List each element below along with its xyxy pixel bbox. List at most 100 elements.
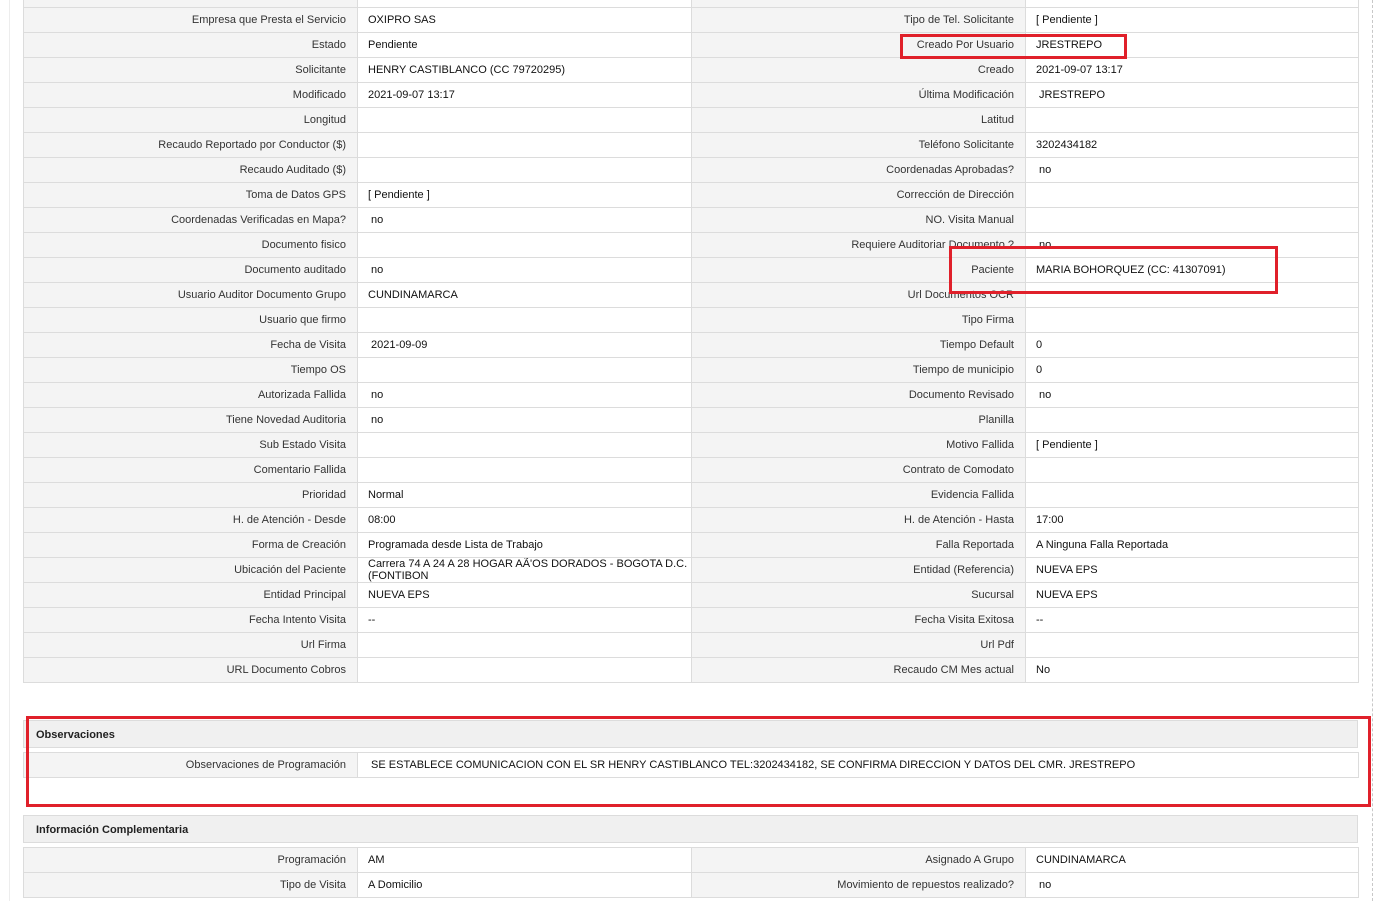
field-label: Forma de Creación (23, 532, 358, 558)
field-label: Paciente (691, 257, 1026, 283)
field-label: Usuario Auditor Documento Grupo (23, 282, 358, 308)
table-row: Comentario Fallida Contrato de Comodato (23, 457, 1359, 483)
table-row: Modificado 2021-09-07 13:17 Última Modific… (23, 82, 1359, 108)
field-value: 2021-09-07 13:17 (357, 82, 692, 108)
field-value: NUEVA EPS (1025, 557, 1359, 583)
table-row: Coordenadas Verificadas en Mapa? no NO. V… (23, 207, 1359, 233)
observaciones-value: SE ESTABLECE COMUNICACION CON EL SR HENR… (357, 752, 1359, 778)
field-label: Movimiento de repuestos realizado? (691, 872, 1026, 898)
field-value: AM (357, 847, 692, 873)
field-value (357, 357, 692, 383)
table-row: Tiempo OS Tiempo de municipio 0 (23, 357, 1359, 383)
field-value (1025, 282, 1359, 308)
table-row: Autorizada Fallida no Documento Revisado … (23, 382, 1359, 408)
field-label: Prioridad (23, 482, 358, 508)
field-label: Tiene Novedad Auditoria (23, 407, 358, 433)
field-value: CUNDINAMARCA (1025, 847, 1359, 873)
field-label: H. de Atención - Desde (23, 507, 358, 533)
table-row: Fecha Intento Visita -- Fecha Visita Exito… (23, 607, 1359, 633)
field-value (1025, 182, 1359, 208)
informacion-complementaria-header: Información Complementaria (23, 815, 1358, 843)
visit-details-table: Empresa que Presta el Servicio OXIPRO SAS… (23, 0, 1359, 683)
table-row: Url Firma Url Pdf (23, 632, 1359, 658)
field-value: A Domicilio (357, 872, 692, 898)
field-label: Solicitante (23, 57, 358, 83)
field-label: Asignado A Grupo (691, 847, 1026, 873)
field-value (357, 457, 692, 483)
field-value (1025, 407, 1359, 433)
field-label: Requiere Auditoriar Documento ? (691, 232, 1026, 258)
table-row: Tiene Novedad Auditoria no Planilla (23, 407, 1359, 433)
field-label: Teléfono Solicitante (691, 132, 1026, 158)
field-value: 3202434182 (1025, 132, 1359, 158)
page-left-border (9, 0, 10, 901)
field-label: Latitud (691, 107, 1026, 133)
field-label: Sucursal (691, 582, 1026, 608)
field-value: no (1025, 157, 1359, 183)
field-label: Documento auditado (23, 257, 358, 283)
field-value: 0 (1025, 357, 1359, 383)
field-label: Tipo Firma (691, 307, 1026, 333)
table-row: Documento auditado no Paciente MARIA BOHOR… (23, 257, 1359, 283)
table-row: Usuario Auditor Documento Grupo CUNDINAMA… (23, 282, 1359, 308)
table-row: H. de Atención - Desde 08:00 H. de Atenció… (23, 507, 1359, 533)
table-row: Prioridad Normal Evidencia Fallida (23, 482, 1359, 508)
field-label: Estado (23, 32, 358, 58)
field-label: Corrección de Dirección (691, 182, 1026, 208)
table-row: Toma de Datos GPS[ Pendiente ] Corrección… (23, 182, 1359, 208)
field-value: no (1025, 872, 1359, 898)
field-label: Última Modificación (691, 82, 1026, 108)
field-label: Programación (23, 847, 358, 873)
table-row: Recaudo Reportado por Conductor ($) Teléf… (23, 132, 1359, 158)
field-value (1025, 0, 1359, 8)
table-row: Usuario que firmo Tipo Firma (23, 307, 1359, 333)
field-label: Modificado (23, 82, 358, 108)
table-row: Observaciones de Programación SE ESTABLE… (23, 752, 1359, 778)
table-row: Entidad Principal NUEVA EPS Sucursal NUEVA … (23, 582, 1359, 608)
field-value (357, 632, 692, 658)
field-value: MARIA BOHORQUEZ (CC: 41307091) (1025, 257, 1359, 283)
field-value: 08:00 (357, 507, 692, 533)
informacion-complementaria-table: Programación AM Asignado A Grupo CUNDINAMAR… (23, 847, 1359, 898)
field-label: Falla Reportada (691, 532, 1026, 558)
field-label: Autorizada Fallida (23, 382, 358, 408)
field-value (357, 307, 692, 333)
field-label: URL Documento Cobros (23, 657, 358, 683)
field-value: -- (357, 607, 692, 633)
field-value: Programada desde Lista de Trabajo (357, 532, 692, 558)
field-label: H. de Atención - Hasta (691, 507, 1026, 533)
field-label: Recaudo Auditado ($) (23, 157, 358, 183)
field-label: Planilla (691, 407, 1026, 433)
table-row-partial (23, 0, 1359, 8)
field-value (357, 107, 692, 133)
table-row: Fecha de Visita 2021-09-09 Tiempo Default… (23, 332, 1359, 358)
field-label: Tiempo de municipio (691, 357, 1026, 383)
field-value: no (1025, 232, 1359, 258)
field-value: 17:00 (1025, 507, 1359, 533)
table-row: Forma de Creación Programada desde Lista … (23, 532, 1359, 558)
field-label: Motivo Fallida (691, 432, 1026, 458)
field-value: 2021-09-09 (357, 332, 692, 358)
field-value: OXIPRO SAS (357, 7, 692, 33)
page-right-dashed-border (1372, 0, 1373, 901)
field-value: no (357, 382, 692, 408)
field-label: Empresa que Presta el Servicio (23, 7, 358, 33)
field-value (357, 157, 692, 183)
field-label: Tiempo Default (691, 332, 1026, 358)
field-value: NUEVA EPS (357, 582, 692, 608)
table-row: URL Documento Cobros Recaudo CM Mes actua… (23, 657, 1359, 683)
table-row: Ubicación del Paciente Carrera 74 A 24 A … (23, 557, 1359, 583)
field-value (1025, 307, 1359, 333)
field-label: Creado (691, 57, 1026, 83)
field-value: JRESTREPO (1025, 32, 1359, 58)
field-value: A Ninguna Falla Reportada (1025, 532, 1359, 558)
field-value: [ Pendiente ] (1025, 7, 1359, 33)
field-value: no (1025, 382, 1359, 408)
table-row: Recaudo Auditado ($) Coordenadas Aprobada… (23, 157, 1359, 183)
field-value (357, 432, 692, 458)
field-value: NUEVA EPS (1025, 582, 1359, 608)
field-value (1025, 457, 1359, 483)
field-value: [ Pendiente ] (1025, 432, 1359, 458)
field-label: Usuario que firmo (23, 307, 358, 333)
field-value: 2021-09-07 13:17 (1025, 57, 1359, 83)
